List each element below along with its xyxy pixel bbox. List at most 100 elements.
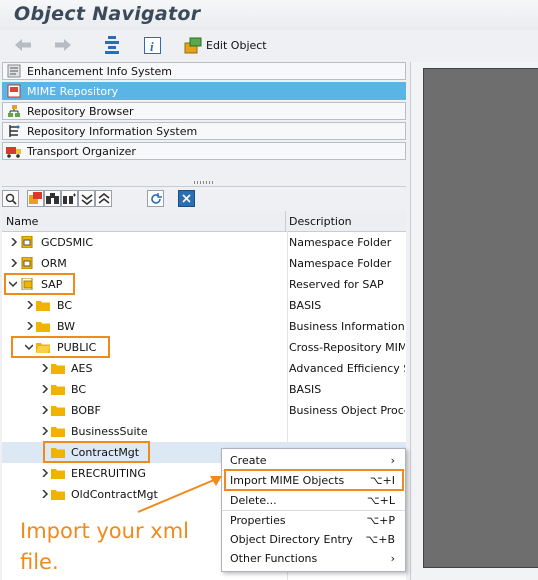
tree-row-name: BC (71, 383, 87, 396)
menu-item-label: Delete... (230, 494, 277, 507)
tree-row[interactable]: BOBF Business Object Proce (2, 400, 406, 421)
hierarchy-icon (105, 36, 119, 54)
annotation-line: Import your xml (20, 519, 189, 543)
chevron-right-icon[interactable] (10, 238, 18, 246)
edit-object-icon (184, 37, 202, 53)
arrow-right-icon (55, 39, 71, 51)
close-button[interactable] (178, 190, 195, 207)
tree-row-description: Namespace Folder (289, 236, 392, 249)
menu-item-properties[interactable]: Properties ⌥+P (222, 511, 405, 529)
nav-item-label: Repository Information System (27, 124, 198, 138)
enhancement-icon (6, 64, 22, 78)
tree-row[interactable]: BusinessSuite (2, 421, 406, 442)
chevron-right-icon[interactable] (26, 322, 34, 330)
editor-pane (410, 62, 538, 580)
main-toolbar: i Edit Object (0, 30, 538, 60)
tree-header: Name Description (2, 211, 406, 232)
tree-row[interactable]: GCDSMIC Namespace Folder (2, 232, 406, 253)
folder-icon (51, 364, 65, 374)
nav-item-repository-browser[interactable]: Repository Browser (2, 102, 406, 120)
nav-item-enhancement-info-system[interactable]: Enhancement Info System (2, 62, 406, 80)
forward-button[interactable] (54, 36, 72, 54)
chevron-right-icon[interactable] (41, 364, 49, 372)
annotation-arrow (137, 476, 222, 513)
chevron-double-up-icon (98, 192, 109, 204)
menu-item-shortcut: ⌥+L (366, 494, 395, 507)
close-icon (182, 194, 191, 203)
namespace-folder-icon (21, 236, 33, 248)
expand-all-button[interactable] (78, 190, 95, 207)
annotation-text: Import your xml file. (20, 516, 220, 578)
tree-row-description: Business Information (289, 320, 405, 333)
chevron-right-icon[interactable] (10, 259, 18, 267)
arrow-left-icon (15, 39, 31, 51)
edit-object-label: Edit Object (206, 38, 267, 52)
folder-icon (36, 322, 50, 332)
folder-icon (51, 427, 65, 437)
tree-row-name: BW (57, 320, 76, 333)
menu-item-shortcut: ⌥+B (365, 533, 395, 546)
back-button[interactable] (14, 36, 32, 54)
nav-item-label: Enhancement Info System (27, 64, 173, 78)
refresh-icon (150, 192, 162, 204)
page-title: Object Navigator (14, 3, 201, 25)
chevron-double-down-icon (81, 193, 92, 205)
tree-row-name: BC (57, 299, 73, 312)
browser-icon (6, 104, 22, 118)
navigation-list: Enhancement Info System MIME Repository … (2, 62, 406, 162)
chevron-right-icon: › (390, 552, 395, 565)
nav-item-label: MIME Repository (27, 84, 119, 98)
tree-toolbar (2, 186, 406, 211)
tree-row-description: Business Object Proce (289, 404, 405, 417)
tree-row-description: Cross-Repository MIM (289, 341, 405, 354)
tree-row[interactable]: BW Business Information (2, 316, 406, 337)
tree-row[interactable]: BC BASIS (2, 379, 406, 400)
refresh-button[interactable] (147, 190, 164, 207)
search-button[interactable] (2, 190, 19, 207)
tree-row[interactable]: BC BASIS (2, 295, 406, 316)
folder-icon (51, 469, 65, 479)
find-button[interactable] (44, 190, 61, 207)
tree-row[interactable]: AES Advanced Efficiency S (2, 358, 406, 379)
nav-item-label: Transport Organizer (27, 144, 136, 158)
menu-item-label: Other Functions (230, 552, 318, 565)
highlight-contractmgt (43, 441, 150, 463)
namespace-folder-icon (21, 257, 33, 269)
menu-item-object-directory-entry[interactable]: Object Directory Entry ⌥+B (222, 530, 405, 548)
tree-row-description: Advanced Efficiency S (289, 362, 405, 375)
column-header-description[interactable]: Description (289, 215, 352, 228)
editor-area (423, 68, 538, 568)
display-object-button[interactable] (27, 190, 44, 207)
menu-item-other-functions[interactable]: Other Functions › (222, 549, 405, 567)
tree-row-name: GCDSMIC (41, 236, 94, 249)
find-next-button[interactable] (61, 190, 78, 207)
tree-row-name: AES (71, 362, 93, 375)
hierarchy-button[interactable] (104, 36, 120, 54)
tree-row-name: BOBF (71, 404, 101, 417)
nav-item-repository-information-system[interactable]: Repository Information System (2, 122, 406, 140)
chevron-right-icon[interactable] (41, 469, 49, 477)
chevron-right-icon[interactable] (41, 406, 49, 414)
menu-item-delete[interactable]: Delete... ⌥+L (222, 491, 405, 509)
highlight-import (224, 469, 404, 491)
menu-item-label: Object Directory Entry (230, 533, 353, 546)
binoculars-plus-icon (63, 193, 76, 204)
chevron-right-icon[interactable] (41, 385, 49, 393)
nav-item-transport-organizer[interactable]: Transport Organizer (2, 142, 406, 160)
column-header-name[interactable]: Name (6, 215, 38, 228)
binoculars-icon (46, 192, 59, 204)
nav-item-mime-repository[interactable]: MIME Repository (2, 82, 406, 100)
tree-row-name: BusinessSuite (71, 425, 148, 438)
collapse-all-button[interactable] (95, 190, 112, 207)
chevron-right-icon[interactable] (41, 490, 49, 498)
menu-item-create[interactable]: Create › (222, 451, 405, 469)
tree-row[interactable]: ORM Namespace Folder (2, 253, 406, 274)
menu-item-shortcut: ⌥+P (366, 514, 395, 527)
edit-object-button[interactable]: Edit Object (184, 36, 267, 54)
folder-icon (51, 406, 65, 416)
search-icon (5, 193, 17, 205)
chevron-right-icon[interactable] (41, 427, 49, 435)
info-button[interactable]: i (144, 36, 161, 54)
chevron-right-icon[interactable] (26, 301, 34, 309)
highlight-sap (4, 273, 75, 295)
